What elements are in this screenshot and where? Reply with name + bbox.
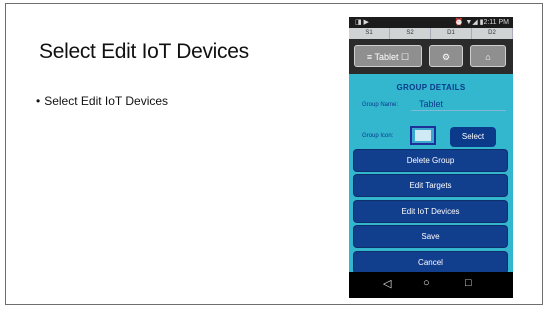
status-bar: ◨ ▶ ⏰ ▼◢ ▮2:11 PM bbox=[349, 17, 513, 28]
tab-d2[interactable]: D2 bbox=[472, 28, 513, 39]
recent-apps-icon[interactable]: □ bbox=[465, 277, 472, 289]
device-button[interactable]: ≡ Tablet ☐ bbox=[354, 45, 422, 67]
tablet-icon bbox=[410, 126, 436, 145]
edit-targets-button[interactable]: Edit Targets bbox=[354, 175, 507, 196]
select-icon-button[interactable]: Select bbox=[450, 127, 496, 147]
cancel-button[interactable]: Cancel bbox=[354, 252, 507, 273]
group-icon-label: Group Icon: bbox=[362, 133, 394, 139]
tab-d1[interactable]: D1 bbox=[431, 28, 472, 39]
group-details-title: GROUP DETAILS bbox=[396, 83, 466, 92]
group-name-label: Group Name: bbox=[362, 102, 399, 108]
tab-row: S1 S2 D1 D2 bbox=[349, 28, 513, 39]
android-nav-bar: ◁ ○ □ bbox=[349, 272, 513, 298]
edit-iot-devices-button[interactable]: Edit IoT Devices bbox=[354, 201, 507, 222]
tablet-screen bbox=[415, 130, 431, 141]
status-right: ⏰ ▼◢ ▮2:11 PM bbox=[454, 19, 509, 26]
group-details-panel: GROUP DETAILS Group Name: Tablet Group I… bbox=[349, 74, 513, 273]
top-bar: ≡ Tablet ☐ ⚙ ⌂ bbox=[349, 39, 513, 74]
settings-icon[interactable]: ⚙ bbox=[429, 45, 463, 67]
save-button[interactable]: Save bbox=[354, 226, 507, 247]
slide-title: Select Edit IoT Devices bbox=[39, 40, 249, 63]
tab-s2[interactable]: S2 bbox=[390, 28, 431, 39]
home-nav-icon[interactable]: ○ bbox=[423, 277, 430, 289]
tab-s1[interactable]: S1 bbox=[349, 28, 390, 39]
bullet-text: Select Edit IoT Devices bbox=[44, 94, 169, 108]
phone-screenshot: ◨ ▶ ⏰ ▼◢ ▮2:11 PM S1 S2 D1 D2 ≡ Tablet ☐… bbox=[349, 17, 513, 298]
home-icon[interactable]: ⌂ bbox=[470, 45, 506, 67]
back-icon[interactable]: ◁ bbox=[383, 277, 391, 290]
delete-group-button[interactable]: Delete Group bbox=[354, 150, 507, 171]
status-left-icons: ◨ ▶ bbox=[355, 19, 369, 26]
bullet-marker: • bbox=[36, 94, 41, 108]
slide-bullet: • Select Edit IoT Devices bbox=[36, 94, 168, 108]
group-name-field[interactable]: Tablet bbox=[411, 97, 506, 111]
